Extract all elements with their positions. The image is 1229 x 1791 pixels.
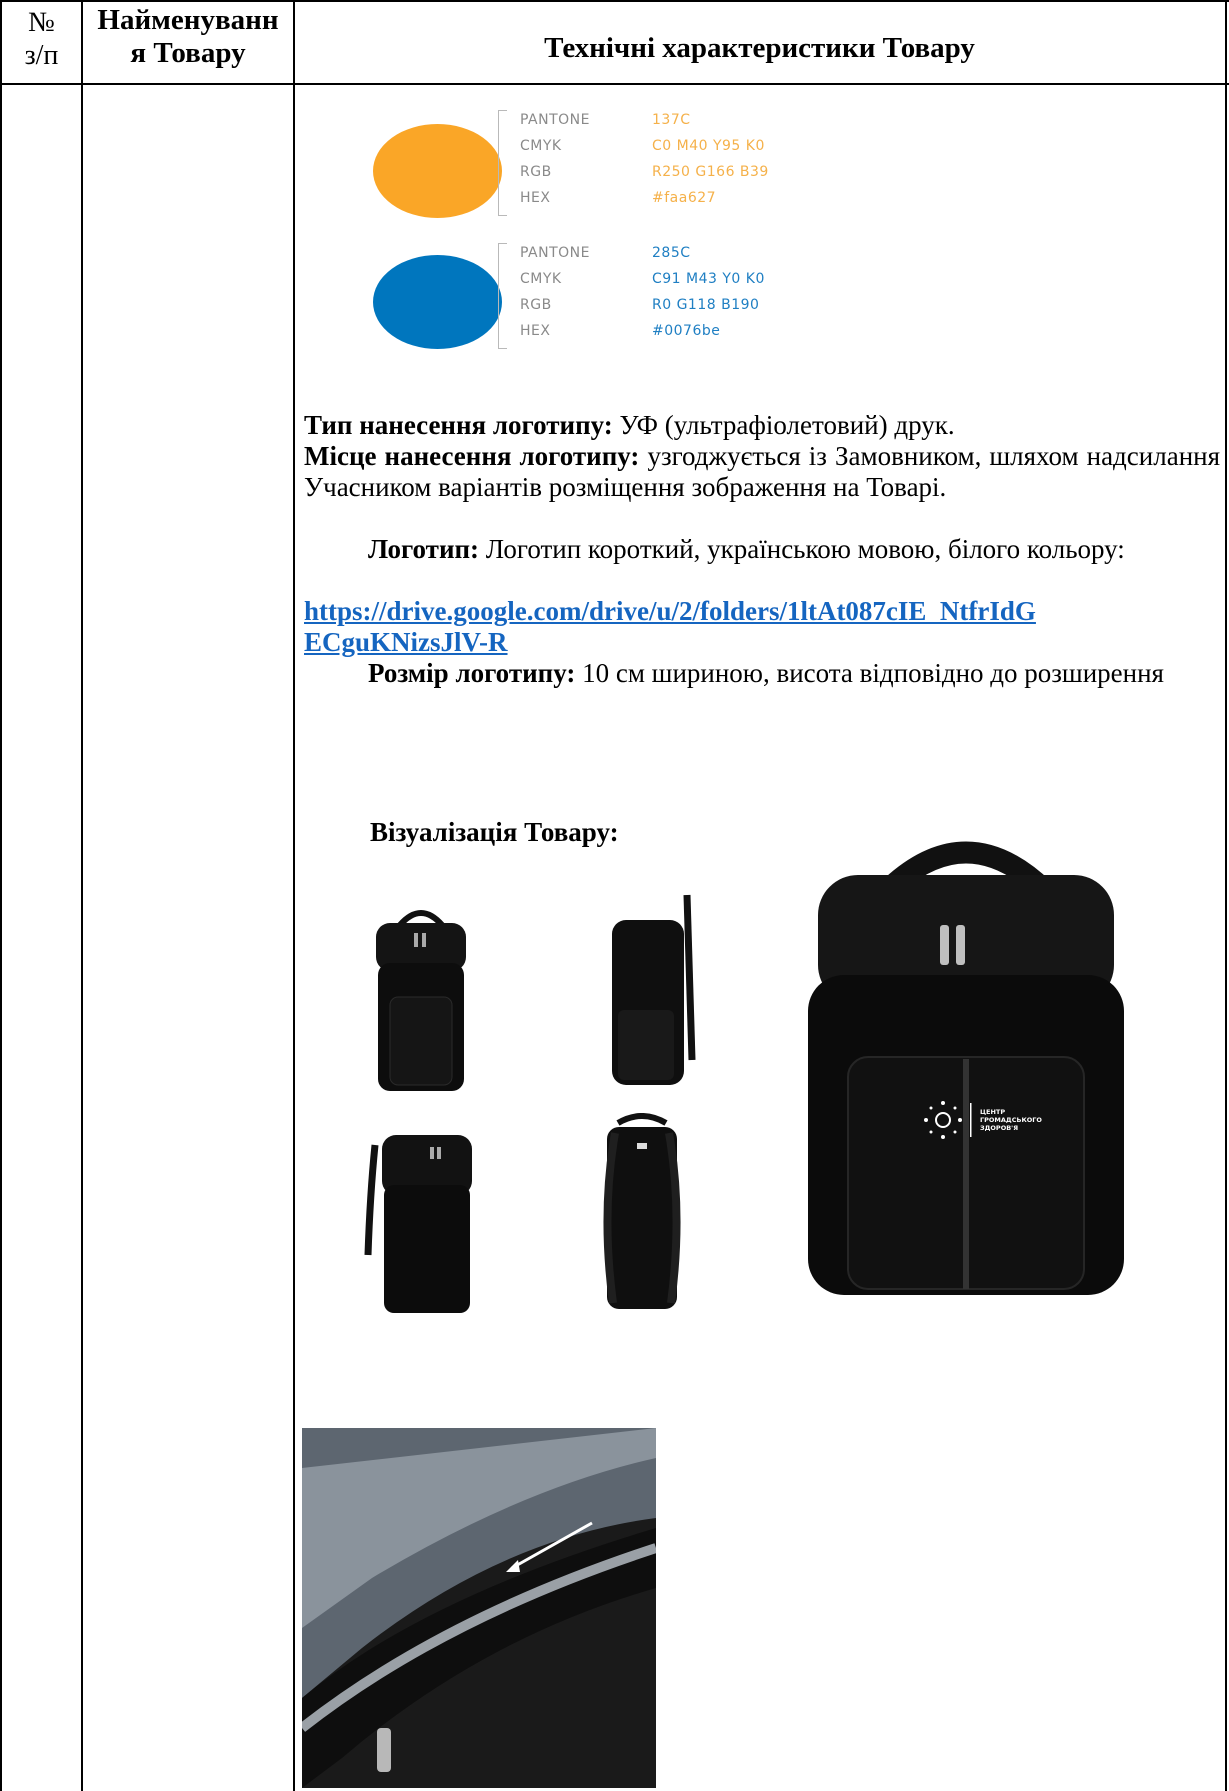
backpack-side-photo [612, 894, 696, 1085]
swatch-row: CMYK C0 M40 Y95 K0 [520, 138, 765, 154]
backpack-angle-photo [364, 1135, 472, 1313]
blue-swatch-oval [373, 255, 502, 349]
backpack-back-photo [603, 1113, 681, 1309]
table-border-col1 [81, 0, 83, 1791]
backpack-inside-photo [302, 1428, 656, 1788]
logo-link-line1[interactable]: https://drive.google.com/drive/u/2/folde… [304, 596, 1220, 627]
visualization-title: Візуалізація Товару: [370, 817, 619, 847]
bag-logo-text: ЦЕНТР ГРОМАДСЬКОГО ЗДОРОВ'Я [980, 1108, 1042, 1132]
backpack-front-photo [376, 910, 466, 1091]
backpack-logo-photo [808, 841, 1124, 1295]
bracket-icon [498, 110, 507, 216]
table-border-left [0, 0, 2, 1791]
table-border-top [0, 0, 1229, 2]
swatch-row: PANTONE 285C [520, 245, 691, 261]
spec-logo-size: Розмір логотипу: 10 см шириною, висота в… [368, 658, 1164, 688]
bracket-icon [498, 243, 507, 349]
table-header-divider [0, 83, 1229, 85]
logo-link-line2[interactable]: ECguKNizsJlV-R [304, 627, 1220, 658]
orange-swatch-oval [373, 124, 502, 218]
table-border-col2 [293, 0, 295, 1791]
swatch-row: PANTONE 137C [520, 112, 691, 128]
spec-logo: Логотип: Логотип короткий, українською м… [368, 534, 1125, 564]
table-border-right [1225, 0, 1227, 1791]
header-number: № з/п [24, 7, 59, 71]
swatch-row: HEX #0076be [520, 323, 721, 339]
swatch-row: RGB R0 G118 B190 [520, 297, 760, 313]
spec-print-type: Тип нанесення логотипу: УФ (ультрафіолет… [304, 410, 955, 440]
logo-link[interactable]: https://drive.google.com/drive/u/2/folde… [304, 596, 1220, 658]
header-specifications: Технічні характеристики Товару [544, 32, 975, 64]
header-product-name: Найменуванн я Товару [97, 4, 279, 69]
swatch-row: CMYK C91 M43 Y0 K0 [520, 271, 765, 287]
swatch-row: HEX #faa627 [520, 190, 717, 206]
swatch-row: RGB R250 G166 B39 [520, 164, 769, 180]
spec-placement: Місце нанесення логотипу: узгоджується і… [304, 441, 1221, 502]
